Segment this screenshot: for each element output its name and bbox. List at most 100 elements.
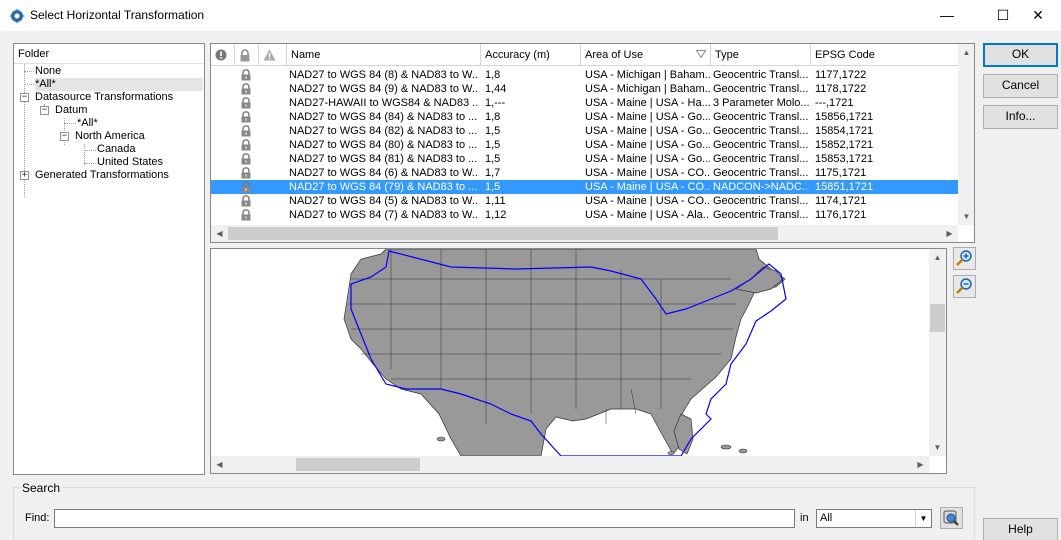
cell-area: USA - Maine | USA - CO... [585, 181, 710, 193]
app-gear-icon [9, 8, 25, 24]
tree-item-generated-transformations[interactable]: Generated Transformations [35, 169, 169, 182]
cell-type: Geocentric Transl... [713, 167, 809, 179]
cell-accuracy: 1,12 [485, 209, 507, 221]
collapse-icon[interactable]: − [20, 93, 29, 102]
table-row[interactable]: NAD27 to WGS 84 (5) & NAD83 to W... 1,11 U… [211, 194, 959, 208]
tree-item-all[interactable]: *All* [35, 78, 203, 91]
lock-icon [240, 97, 252, 109]
cell-area: USA - Maine | USA - CO... [585, 195, 710, 207]
scroll-down-icon[interactable]: ▼ [929, 439, 946, 456]
scroll-down-icon[interactable]: ▼ [958, 208, 974, 225]
zoom-in-button[interactable] [953, 247, 976, 270]
tree-item-united-states[interactable]: United States [97, 156, 163, 169]
column-name[interactable]: Name [287, 44, 481, 66]
grid-vertical-scrollbar[interactable]: ▲ ▼ [958, 44, 974, 225]
map-horizontal-scrollbar[interactable]: ◀ ▶ [211, 456, 929, 473]
column-accuracy[interactable]: Accuracy (m) [481, 44, 581, 66]
cell-name: NAD27 to WGS 84 (9) & NAD83 to W... [289, 83, 479, 95]
cell-epsg: 1177,1722 [815, 69, 867, 81]
cell-name: NAD27 to WGS 84 (80) & NAD83 to ... [289, 139, 478, 151]
lock-icon [240, 111, 252, 123]
cell-accuracy: 1,44 [485, 83, 507, 95]
column-lock[interactable] [235, 44, 259, 66]
table-row[interactable]: NAD27 to WGS 84 (7) & NAD83 to W... 1,12 U… [211, 208, 959, 222]
column-area-of-use[interactable]: Area of Use [581, 44, 711, 66]
cell-area: USA - Maine | USA - Go... [585, 111, 710, 123]
column-status[interactable] [211, 44, 235, 66]
scroll-right-icon[interactable]: ▶ [912, 456, 929, 473]
in-label: in [800, 512, 809, 524]
help-button[interactable]: Help [983, 518, 1058, 540]
cell-name: NAD27 to WGS 84 (7) & NAD83 to W... [289, 209, 479, 221]
table-row[interactable]: NAD27 to WGS 84 (80) & NAD83 to ... 1,5 US… [211, 138, 959, 152]
alert-triangle-icon [263, 49, 276, 61]
column-epsg-code[interactable]: EPSG Code [811, 44, 959, 66]
scroll-right-icon[interactable]: ▶ [941, 225, 958, 242]
ok-button[interactable]: OK [983, 43, 1058, 67]
scroll-up-icon[interactable]: ▲ [958, 44, 974, 61]
extent-map[interactable] [211, 249, 929, 457]
in-select-value: All [820, 512, 833, 524]
table-row[interactable]: NAD27 to WGS 84 (9) & NAD83 to W... 1,44 U… [211, 82, 959, 96]
collapse-icon[interactable]: − [60, 132, 69, 141]
tree-item-datum[interactable]: Datum [55, 104, 87, 117]
cell-accuracy: 1,7 [485, 167, 501, 179]
map-land [343, 249, 786, 457]
column-alert[interactable] [259, 44, 287, 66]
search-button[interactable] [940, 507, 963, 529]
search-globe-icon [943, 510, 959, 526]
tree-item-canada[interactable]: Canada [97, 143, 136, 156]
cell-epsg: 15856,1721 [815, 111, 874, 123]
cell-type: Geocentric Transl... [713, 139, 809, 151]
cell-epsg: 15852,1721 [815, 139, 874, 151]
cell-epsg: 1176,1721 [815, 209, 867, 221]
table-row[interactable]: NAD27 to WGS 84 (6) & NAD83 to W... 1,7 US… [211, 166, 959, 180]
table-row[interactable]: NAD27 to WGS 84 (8) & NAD83 to W... 1,8 US… [211, 68, 959, 82]
cell-area: USA - Michigan | Baham... [585, 83, 710, 95]
table-row[interactable]: NAD27 to WGS 84 (82) & NAD83 to ... 1,5 US… [211, 124, 959, 138]
cell-accuracy: 1,11 [485, 195, 506, 207]
cell-epsg: 15851,1721 [815, 181, 874, 193]
scroll-left-icon[interactable]: ◀ [211, 456, 228, 473]
minimize-button[interactable]: — [924, 0, 970, 31]
table-row[interactable]: NAD27 to WGS 84 (84) & NAD83 to ... 1,8 US… [211, 110, 959, 124]
grid-horizontal-scrollbar[interactable]: ◀ ▶ [211, 225, 958, 242]
cell-name: NAD27 to WGS 84 (84) & NAD83 to ... [289, 111, 478, 123]
table-row[interactable]: NAD27 to WGS 84 (81) & NAD83 to ... 1,5 US… [211, 152, 959, 166]
close-button[interactable]: ✕ [1015, 0, 1061, 31]
expand-icon[interactable]: + [20, 171, 29, 180]
cell-accuracy: 1,5 [485, 139, 501, 151]
cell-name: NAD27 to WGS 84 (6) & NAD83 to W... [289, 167, 479, 179]
tree-item-north-america[interactable]: North America [75, 130, 145, 143]
tree-item-datasource-transformations[interactable]: Datasource Transformations [35, 91, 173, 104]
tree-item-none[interactable]: None [35, 65, 61, 78]
cell-area: USA - Maine | USA - Ala... [585, 209, 710, 221]
find-input[interactable] [54, 509, 795, 528]
column-type[interactable]: Type [711, 44, 811, 66]
cell-type: 3 Parameter Molo... [713, 97, 809, 109]
map-vertical-scrollbar[interactable]: ▲ ▼ [929, 249, 946, 456]
collapse-icon[interactable]: − [40, 106, 49, 115]
tree-item-datum-all[interactable]: *All* [77, 117, 98, 130]
table-row[interactable]: NAD27 to WGS 84 (79) & NAD83 to ... 1,5 US… [211, 180, 959, 194]
cell-type: NADCON->NADC... [713, 181, 809, 193]
scroll-left-icon[interactable]: ◀ [211, 225, 228, 242]
folder-panel: Folder None *All* − Datasource Transform… [13, 43, 205, 475]
chevron-down-icon[interactable]: ▼ [915, 510, 931, 527]
zoom-out-button[interactable] [953, 275, 976, 298]
zoom-out-icon [956, 278, 972, 294]
cell-area: USA - Michigan | Baham... [585, 69, 710, 81]
info-button[interactable]: Info... [983, 105, 1058, 129]
cell-type: Geocentric Transl... [713, 209, 809, 221]
in-select[interactable]: All ▼ [816, 509, 932, 528]
scroll-up-icon[interactable]: ▲ [929, 249, 946, 266]
cancel-button[interactable]: Cancel [983, 74, 1058, 98]
map-panel[interactable]: ▲ ▼ ◀ ▶ [210, 248, 947, 474]
table-row[interactable]: NAD27-HAWAII to WGS84 & NAD83 ... 1,--- US… [211, 96, 959, 110]
zoom-in-icon [956, 250, 972, 266]
cell-area: USA - Maine | USA - CO... [585, 167, 710, 179]
window-title: Select Horizontal Transformation [30, 8, 205, 22]
lock-icon [240, 153, 252, 165]
lock-icon [240, 83, 252, 95]
cell-type: Geocentric Transl... [713, 195, 809, 207]
